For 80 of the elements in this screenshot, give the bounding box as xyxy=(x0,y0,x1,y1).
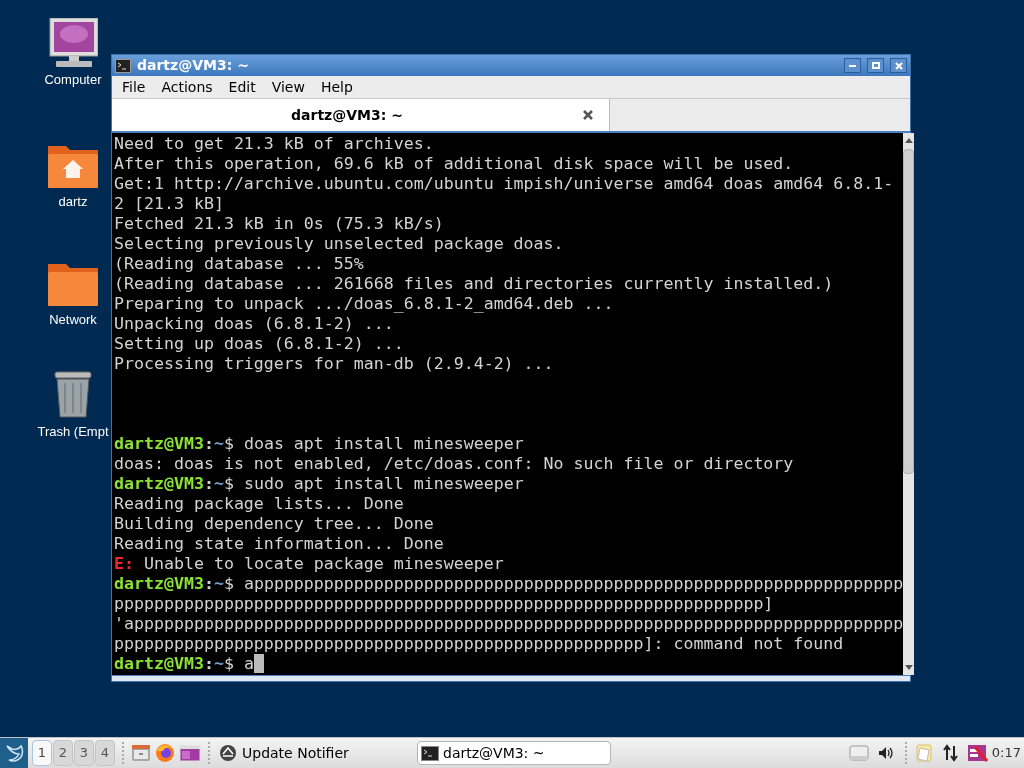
terminal-line: After this operation, 69.6 kB of additional disk space will be used. xyxy=(114,154,794,173)
window-icon[interactable] xyxy=(179,743,201,763)
terminal-line: Get:1 http://archive.ubuntu.com/ubuntu impish/universe amd64 doas amd64 6.8.1- xyxy=(114,174,894,193)
terminal-line: Fetched 21.3 kB in 0s (75.3 kB/s) xyxy=(114,214,444,233)
prompt-separator: : xyxy=(203,434,214,453)
browser-icon[interactable] xyxy=(155,743,175,763)
prompt-user: dartz@VM3 xyxy=(114,474,204,493)
prompt-path: ~ xyxy=(213,434,224,453)
minimize-icon xyxy=(849,64,856,67)
scrollbar[interactable] xyxy=(903,133,915,675)
maximize-icon xyxy=(871,62,880,69)
prompt-separator: : xyxy=(203,474,214,493)
terminal-line: 2 [21.3 kB] xyxy=(114,194,224,213)
drive-icon xyxy=(848,743,869,763)
desktop-button[interactable]: 2 xyxy=(53,740,73,766)
terminal-line: Unpacking doas (6.8.1-2) ... xyxy=(114,314,394,333)
close-button[interactable] xyxy=(890,58,907,73)
terminal-line: Reading package lists... Done xyxy=(114,494,404,513)
menu-item[interactable]: Help xyxy=(312,76,361,98)
prompt-symbol: $ xyxy=(223,574,234,593)
icon-label[interactable]: dartz xyxy=(58,194,88,210)
terminal-line: (Reading database ... 55% xyxy=(114,254,364,273)
icon-label[interactable]: Network xyxy=(49,312,97,328)
terminal-icon xyxy=(115,58,131,73)
terminal-command: sudo apt install minesweeper xyxy=(243,474,524,493)
window-title: dartz@VM3: ~ xyxy=(137,56,250,75)
prompt-path: ~ xyxy=(213,574,224,593)
terminal-command: appppppppppppppppppppppppppppppppppppppppppppppppppppppppppppppppp xyxy=(243,574,904,593)
prompt-symbol: $ xyxy=(223,654,234,673)
desktop-button[interactable]: 3 xyxy=(74,740,94,766)
terminal-line: ppppppppppppppppppppppppppppppppppppppppppppppppppppp]: command not found xyxy=(114,634,844,653)
icon-label[interactable]: Computer xyxy=(44,72,102,88)
prompt-symbol: $ xyxy=(223,474,234,493)
terminal-line: Preparing to unpack .../doas_6.8.1-2_amd64.deb ... xyxy=(114,294,614,313)
clipboard-icon xyxy=(913,743,934,763)
terminal-icon xyxy=(421,745,439,761)
prompt-symbol: $ xyxy=(223,434,234,453)
terminal-command: a xyxy=(243,654,254,673)
close-tab-icon[interactable] xyxy=(582,109,594,121)
terminal-line: ppppppppppppppppppppppppppppppppppppppppppppppppppppppppppppppppp] xyxy=(114,594,774,613)
terminal-line: Processing triggers for man-db (2.9.4-2) ... xyxy=(114,354,554,373)
bird-icon xyxy=(3,742,25,764)
terminal-line: 'appppppppppppppppppppppppppppppppppppppppppppppppppppppppppppppppppppppppppppp xyxy=(114,614,904,633)
prompt-user: dartz@VM3 xyxy=(114,574,204,593)
menu-item[interactable]: Edit xyxy=(220,76,264,98)
scroll-up-icon[interactable] xyxy=(903,136,914,146)
file-manager-icon[interactable] xyxy=(131,743,151,763)
close-icon xyxy=(894,61,903,70)
error-label: E: xyxy=(114,554,134,573)
menu-item[interactable]: File xyxy=(114,76,154,98)
computer-icon xyxy=(48,18,98,68)
prompt-user: dartz@VM3 xyxy=(114,654,204,673)
terminal-line: Setting up doas (6.8.1-2) ... xyxy=(114,334,404,353)
terminal-line: Reading state information... Done xyxy=(114,534,444,553)
prompt-path: ~ xyxy=(213,654,224,673)
terminal-command: doas apt install minesweeper xyxy=(243,434,524,453)
icon-label[interactable]: Trash (Empt xyxy=(37,424,109,440)
scroll-down-icon[interactable] xyxy=(903,662,914,672)
desktop-button[interactable]: 4 xyxy=(95,740,115,766)
menu-item[interactable]: Actions xyxy=(153,76,221,98)
prompt-separator: : xyxy=(203,654,214,673)
network-icon xyxy=(941,743,959,763)
desktop-button[interactable]: 1 xyxy=(32,740,52,766)
prompt-path: ~ xyxy=(213,474,224,493)
tab[interactable]: dartz@VM3: ~ xyxy=(112,99,610,131)
task-button[interactable]: dartz@VM3: ~ xyxy=(417,741,611,765)
minimize-button[interactable] xyxy=(844,58,861,73)
terminal-line: Need to get 21.3 kB of archives. xyxy=(114,134,434,153)
terminal-line: doas: doas is not enabled, /etc/doas.conf: No such file or directory xyxy=(114,454,794,473)
terminal-line: Building dependency tree... Done xyxy=(114,514,434,533)
update-notifier-button[interactable]: Update Notifier xyxy=(217,742,413,764)
terminal-line: Selecting previously unselected package doas. xyxy=(114,234,564,253)
terminal-line: Unable to locate package minesweeper xyxy=(144,554,504,573)
maximize-button[interactable] xyxy=(867,58,884,73)
clock: 0:17 xyxy=(991,744,1021,763)
prompt-user: dartz@VM3 xyxy=(114,434,204,453)
start-button[interactable] xyxy=(0,738,28,768)
menu-item[interactable]: View xyxy=(263,76,313,98)
terminal-line: (Reading database ... 261668 files and directories currently installed.) xyxy=(114,274,834,293)
prompt-separator: : xyxy=(203,574,214,593)
